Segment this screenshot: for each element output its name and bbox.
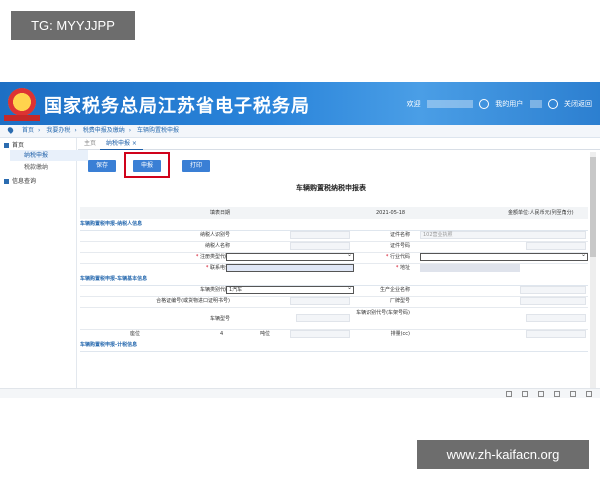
username-redacted <box>426 100 473 108</box>
brand-label: 厂牌型号 <box>389 298 410 304</box>
phone-field[interactable] <box>226 264 354 272</box>
tax-id-label: 纳税人识别号 <box>199 232 230 238</box>
tonnage-label: 吨位 <box>259 331 270 337</box>
header-user-area: 欢迎 我的用户 关闭返回 <box>403 99 592 109</box>
status-footer <box>0 388 600 398</box>
industry-select[interactable] <box>420 252 588 261</box>
model-field[interactable] <box>296 314 350 322</box>
window-icon[interactable] <box>538 391 544 397</box>
taxpayer-name-field[interactable] <box>290 242 350 250</box>
cert-name-label: 证件名称 <box>389 232 410 238</box>
header-banner: 国家税务总局江苏省电子税务局 欢迎 我的用户 关闭返回 <box>0 82 600 125</box>
breadcrumb-item[interactable]: 首页 <box>22 127 34 134</box>
tax-id-field[interactable] <box>290 231 350 239</box>
sidebar-item-label: 首页 <box>12 142 25 149</box>
sidebar-item-home[interactable]: 首页 <box>4 140 24 149</box>
address-redacted[interactable] <box>420 264 520 272</box>
copy-icon[interactable] <box>522 391 528 397</box>
emblem-ribbon <box>4 115 40 121</box>
breadcrumb: 首页 › 我要办税 › 税费申报及缴纳 › 车辆购置税申报 <box>0 125 600 138</box>
print-button[interactable]: 打印 <box>182 160 210 172</box>
breadcrumb-item[interactable]: 车辆购置税申报 <box>137 127 179 134</box>
category-label: 车辆类别代码 <box>199 287 230 293</box>
breadcrumb-item[interactable]: 我要办税 <box>46 127 70 134</box>
tax-app-window: 国家税务总局江苏省电子税务局 欢迎 我的用户 关闭返回 首页 › 我要办税 › 税费… <box>0 82 600 398</box>
tab-home[interactable]: 主页 <box>78 138 102 149</box>
grid-icon[interactable] <box>554 391 560 397</box>
reg-type-select[interactable] <box>226 252 354 261</box>
vehicle-cert-field[interactable] <box>290 297 350 305</box>
sidebar: 首页 纳税申报 税款缴纳 信息查询 <box>0 138 88 398</box>
settings-icon[interactable] <box>586 391 592 397</box>
address-label: * 地址 <box>395 265 410 271</box>
logout-link[interactable]: 关闭返回 <box>564 100 592 108</box>
vin-label: 车辆识别代号(车架号码) <box>356 310 410 316</box>
seats-label: 座位 <box>129 331 140 337</box>
reg-type-label: * 注册类型代码 <box>195 254 230 260</box>
category-select[interactable]: 1汽车 <box>226 285 354 294</box>
sidebar-item-payment[interactable]: 税款缴纳 <box>10 162 88 173</box>
lock-icon[interactable] <box>570 391 576 397</box>
query-icon <box>4 179 9 184</box>
cert-no-label: 证件号码 <box>389 243 410 249</box>
highlight-box <box>124 152 170 178</box>
form-title: 车辆购置税纳税申报表 <box>296 184 366 192</box>
user-center-link[interactable]: 我的用户 <box>495 100 523 108</box>
power-icon[interactable] <box>547 99 558 109</box>
displacement-field[interactable] <box>526 330 586 338</box>
tool-icon[interactable] <box>506 391 512 397</box>
displacement-label: 排量(cc) <box>390 331 410 337</box>
tonnage-field[interactable] <box>290 330 350 338</box>
cert-no-label: 合格证编号(或货物进口证明书号) <box>156 298 230 304</box>
fill-date-value: 2021-05-18 <box>376 210 406 216</box>
phone-label: * 联系电话 <box>205 265 230 271</box>
section-tax: 车辆购置税申报-计税信息 <box>80 340 588 352</box>
user-id-redacted <box>529 100 542 108</box>
user-icon[interactable] <box>479 99 490 109</box>
welcome-text: 欢迎 <box>406 100 421 108</box>
sidebar-item-info-query[interactable]: 信息查询 <box>4 176 36 185</box>
tab-declare[interactable]: 纳税申报 × <box>100 138 143 150</box>
maker-field[interactable] <box>520 286 586 294</box>
location-pin-icon <box>6 126 15 134</box>
sidebar-item-label: 信息查询 <box>12 178 37 185</box>
maker-label: 生产企业名称 <box>379 287 410 293</box>
sidebar-item-declare[interactable]: 纳税申报 <box>10 150 88 161</box>
tg-label: TG: MYYJJPP <box>11 11 135 40</box>
home-icon <box>4 143 9 148</box>
cert-no-field[interactable] <box>526 242 586 250</box>
seats-value: 4 <box>220 331 224 337</box>
tax-emblem-icon <box>8 88 36 116</box>
fill-date-label: 填表日期 <box>209 210 230 216</box>
industry-label: * 行业代码 <box>385 254 410 260</box>
watermark-label: www.zh-kaifacn.org <box>417 440 589 469</box>
site-title: 国家税务总局江苏省电子税务局 <box>44 96 310 117</box>
form-row: 车辆型号 车辆识别代号(车架号码) <box>80 307 588 330</box>
scrollbar-thumb[interactable] <box>590 157 596 257</box>
save-button[interactable]: 保存 <box>88 160 116 172</box>
vin-field[interactable] <box>526 314 586 322</box>
brand-field[interactable] <box>520 297 586 305</box>
cert-name-field[interactable]: 102营业执照 <box>420 231 586 239</box>
tab-bar: 主页 纳税申报 × <box>78 138 600 150</box>
breadcrumb-item[interactable]: 税费申报及缴纳 <box>83 127 125 134</box>
model-label: 车辆型号 <box>209 316 230 322</box>
taxpayer-name-label: 纳税人名称 <box>204 243 230 249</box>
amount-unit: 金额单位:人民币元(列至角分) <box>508 210 574 216</box>
